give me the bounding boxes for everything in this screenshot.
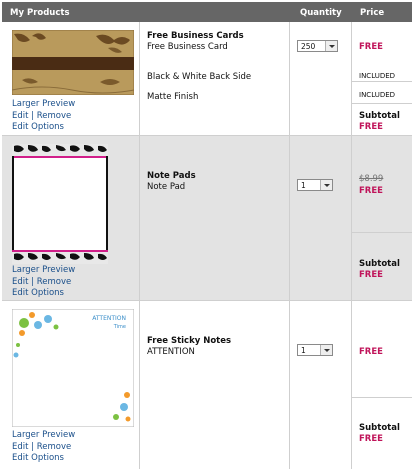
quantity-column-header: Quantity — [300, 8, 342, 18]
edit-link[interactable]: Edit — [12, 277, 28, 287]
price-column-header: Price — [360, 8, 385, 18]
sticky-note-thumbnail[interactable]: ATTENTION Time — [11, 308, 135, 428]
edit-options-link[interactable]: Edit Options — [12, 122, 64, 132]
business-card-thumbnail[interactable] — [11, 29, 135, 96]
product-subtitle: ATTENTION — [147, 347, 195, 357]
edit-options-link[interactable]: Edit Options — [12, 453, 64, 463]
product-title: Note Pads — [147, 171, 196, 181]
cart-row-business-cards: Larger Preview Edit | Remove Edit Option… — [2, 22, 412, 135]
subtotal: Subtotal FREE — [359, 111, 400, 132]
subtotal: Subtotal FREE — [359, 259, 400, 280]
edit-link[interactable]: Edit — [12, 442, 28, 452]
item-price: FREE — [359, 186, 383, 196]
option-price: INCLUDED — [359, 72, 396, 80]
original-price: $8.99 — [359, 174, 384, 184]
cart-row-sticky-notes: ATTENTION Time Larger Preview Edit | Rem… — [2, 300, 412, 469]
item-price: FREE — [359, 42, 383, 52]
product-subtitle: Note Pad — [147, 182, 186, 192]
chevron-down-icon — [325, 41, 337, 51]
item-price: FREE — [359, 347, 383, 357]
remove-link[interactable]: Remove — [37, 111, 72, 121]
cart-header: My Products Quantity Price — [2, 2, 412, 22]
remove-link[interactable]: Remove — [37, 277, 72, 287]
item-links: Larger Preview Edit | Remove Edit Option… — [12, 265, 76, 298]
shopping-cart: My Products Quantity Price Larger Previe… — [0, 0, 414, 469]
note-pad-thumbnail[interactable] — [11, 143, 109, 265]
larger-preview-link[interactable]: Larger Preview — [12, 99, 75, 109]
products-column-header: My Products — [10, 8, 70, 18]
larger-preview-link[interactable]: Larger Preview — [12, 265, 75, 275]
remove-link[interactable]: Remove — [37, 442, 72, 452]
chevron-down-icon — [320, 345, 332, 355]
product-subtitle: Free Business Card — [147, 42, 228, 52]
item-links: Larger Preview Edit | Remove Edit Option… — [12, 430, 76, 463]
larger-preview-link[interactable]: Larger Preview — [12, 430, 75, 440]
product-option: Black & White Back Side — [147, 72, 252, 82]
product-title: Free Sticky Notes — [147, 336, 232, 346]
edit-link[interactable]: Edit — [12, 111, 28, 121]
cart-row-note-pads: Larger Preview Edit | Remove Edit Option… — [2, 135, 412, 300]
subtotal: Subtotal FREE — [359, 423, 400, 444]
thumbnail-text: Time — [113, 324, 126, 330]
edit-options-link[interactable]: Edit Options — [12, 288, 64, 298]
product-title: Free Business Cards — [147, 31, 244, 41]
item-links: Larger Preview Edit | Remove Edit Option… — [12, 99, 76, 132]
thumbnail-text: ATTENTION — [92, 315, 126, 322]
quantity-select[interactable]: 250 — [297, 40, 338, 52]
chevron-down-icon — [320, 180, 332, 190]
option-price: INCLUDED — [359, 91, 396, 99]
quantity-select[interactable]: 1 — [297, 179, 333, 191]
quantity-select[interactable]: 1 — [297, 344, 333, 356]
product-option: Matte Finish — [147, 92, 199, 102]
